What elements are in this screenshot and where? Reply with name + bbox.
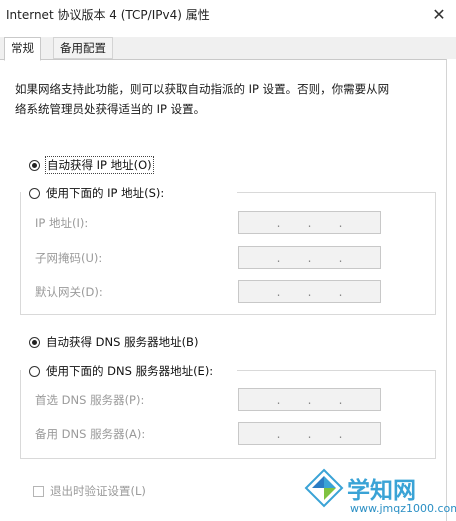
title-bar: Internet 协议版本 4 (TCP/IPv4) 属性 ✕ <box>0 0 456 30</box>
window-title: Internet 协议版本 4 (TCP/IPv4) 属性 <box>6 8 210 22</box>
default-gateway-input[interactable]: ... <box>238 280 381 303</box>
preferred-dns-label: 首选 DNS 服务器(P): <box>35 393 145 407</box>
watermark-logo-icon <box>304 468 344 508</box>
manual-dns-radio-row[interactable]: 使用下面的 DNS 服务器地址(E): <box>29 363 213 379</box>
validate-on-exit-checkbox[interactable] <box>33 485 44 497</box>
tab-general[interactable]: 常规 <box>4 37 41 61</box>
tab-strip: 常规 备用配置 <box>0 37 456 61</box>
manual-ip-label: 使用下面的 IP 地址(S): <box>46 186 165 200</box>
auto-dns-label: 自动获得 DNS 服务器地址(B) <box>46 335 199 349</box>
auto-ip-radio[interactable] <box>29 159 40 171</box>
validate-on-exit-label: 退出时验证设置(L) <box>50 484 146 498</box>
manual-dns-radio[interactable] <box>29 365 40 377</box>
ip-address-label: IP 地址(I): <box>35 216 89 230</box>
subnet-mask-label: 子网掩码(U): <box>35 251 103 265</box>
default-gateway-label: 默认网关(D): <box>35 285 103 299</box>
ip-address-input[interactable]: ... <box>238 211 381 234</box>
auto-dns-radio[interactable] <box>29 336 40 348</box>
description-text: 如果网络支持此功能，则可以获取自动指派的 IP 设置。否则，你需要从网 络系统管… <box>15 82 390 116</box>
validate-on-exit-row[interactable]: 退出时验证设置(L) <box>33 483 146 499</box>
alternate-dns-input[interactable]: ... <box>238 422 381 445</box>
manual-ip-radio-row[interactable]: 使用下面的 IP 地址(S): <box>29 185 164 201</box>
preferred-dns-input[interactable]: ... <box>238 388 381 411</box>
auto-ip-label: 自动获得 IP 地址(O) <box>45 156 154 174</box>
close-icon: ✕ <box>432 4 446 24</box>
auto-dns-radio-row[interactable]: 自动获得 DNS 服务器地址(B) <box>29 334 198 350</box>
close-button[interactable]: ✕ <box>422 0 456 28</box>
alternate-dns-label: 备用 DNS 服务器(A): <box>35 427 146 441</box>
ip-settings-group: IP 地址(I): ... 子网掩码(U): ... 默认网关(D): ... <box>20 192 436 315</box>
subnet-mask-input[interactable]: ... <box>238 246 381 269</box>
watermark-url: www.jmqz1000.com <box>350 502 456 515</box>
auto-ip-radio-row[interactable]: 自动获得 IP 地址(O) <box>29 156 154 174</box>
watermark: 学知网 www.jmqz1000.com <box>300 466 456 520</box>
watermark-text: 学知网 <box>347 478 416 504</box>
manual-dns-label: 使用下面的 DNS 服务器地址(E): <box>46 364 214 378</box>
tab-alternate-config[interactable]: 备用配置 <box>53 37 113 59</box>
dns-settings-group: 首选 DNS 服务器(P): ... 备用 DNS 服务器(A): ... <box>20 370 436 459</box>
manual-ip-radio[interactable] <box>29 187 40 199</box>
